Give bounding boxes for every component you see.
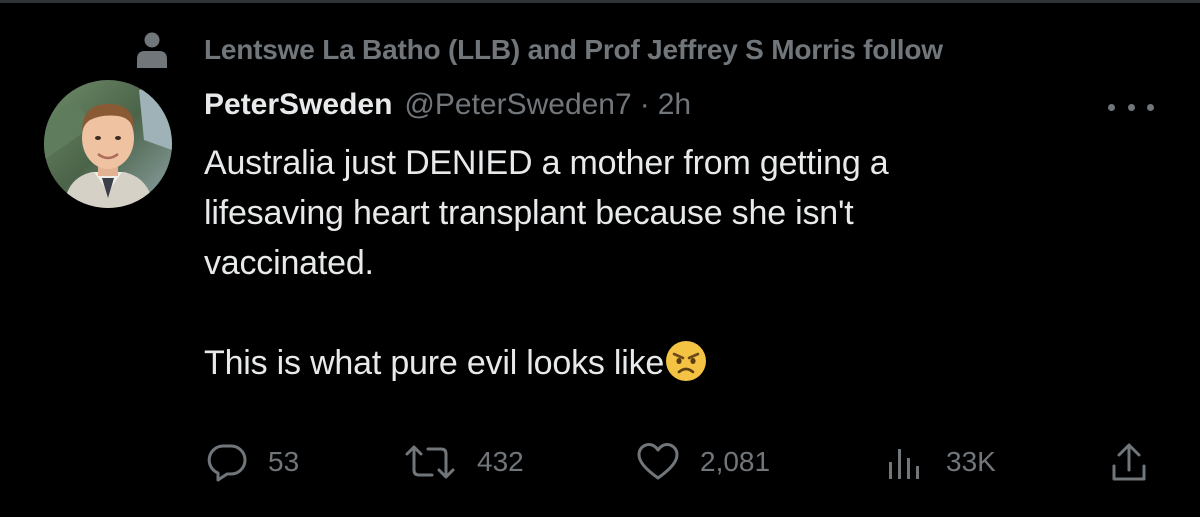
share-icon: [1112, 443, 1146, 481]
author-handle[interactable]: @PeterSweden7: [404, 88, 631, 122]
like-button[interactable]: 2,081: [636, 440, 770, 484]
heart-icon: [637, 443, 679, 480]
views-button[interactable]: 33K: [886, 440, 996, 484]
tweet-text-line: This is what pure evil looks like: [204, 344, 665, 382]
header-separator: ·: [639, 88, 650, 121]
social-context-text[interactable]: Lentswe La Batho (LLB) and Prof Jeffrey …: [204, 34, 943, 66]
avatar[interactable]: [44, 80, 172, 208]
like-count: 2,081: [700, 446, 771, 477]
social-context: Lentswe La Batho (LLB) and Prof Jeffrey …: [136, 28, 943, 72]
reply-button[interactable]: 53: [206, 440, 299, 484]
angry-face-emoji: [666, 341, 707, 381]
person-icon: [137, 32, 167, 68]
more-dot-icon: [1108, 103, 1115, 111]
reply-icon: [207, 444, 247, 482]
share-button[interactable]: [1110, 440, 1148, 484]
reply-count: 53: [268, 446, 300, 477]
tweet-text-line: lifesaving heart transplant because she …: [204, 194, 854, 232]
tweet-header: PeterSweden @PeterSweden7 · 2h: [204, 83, 691, 127]
tweet-text-line: vaccinated.: [204, 244, 374, 282]
retweet-button[interactable]: 432: [403, 440, 524, 484]
tweet-text: Australia just DENIED a mother from gett…: [204, 138, 1084, 388]
more-dot-icon: [1147, 103, 1154, 111]
tweet-timestamp[interactable]: 2h: [658, 88, 691, 122]
author-display-name[interactable]: PeterSweden: [204, 88, 392, 122]
more-dot-icon: [1127, 103, 1135, 111]
tweet-actions-bar: 53 432 2,081 33K: [0, 440, 1200, 484]
retweet-icon: [405, 445, 455, 479]
views-count: 33K: [946, 446, 996, 477]
views-icon: [889, 449, 919, 479]
more-options-button[interactable]: [1108, 92, 1154, 122]
tweet-text-line: Australia just DENIED a mother from gett…: [204, 144, 889, 182]
tweet-text-line-last: This is what pure evil looks like: [204, 338, 1084, 388]
retweet-count: 432: [477, 446, 524, 477]
top-divider: [0, 0, 1200, 3]
